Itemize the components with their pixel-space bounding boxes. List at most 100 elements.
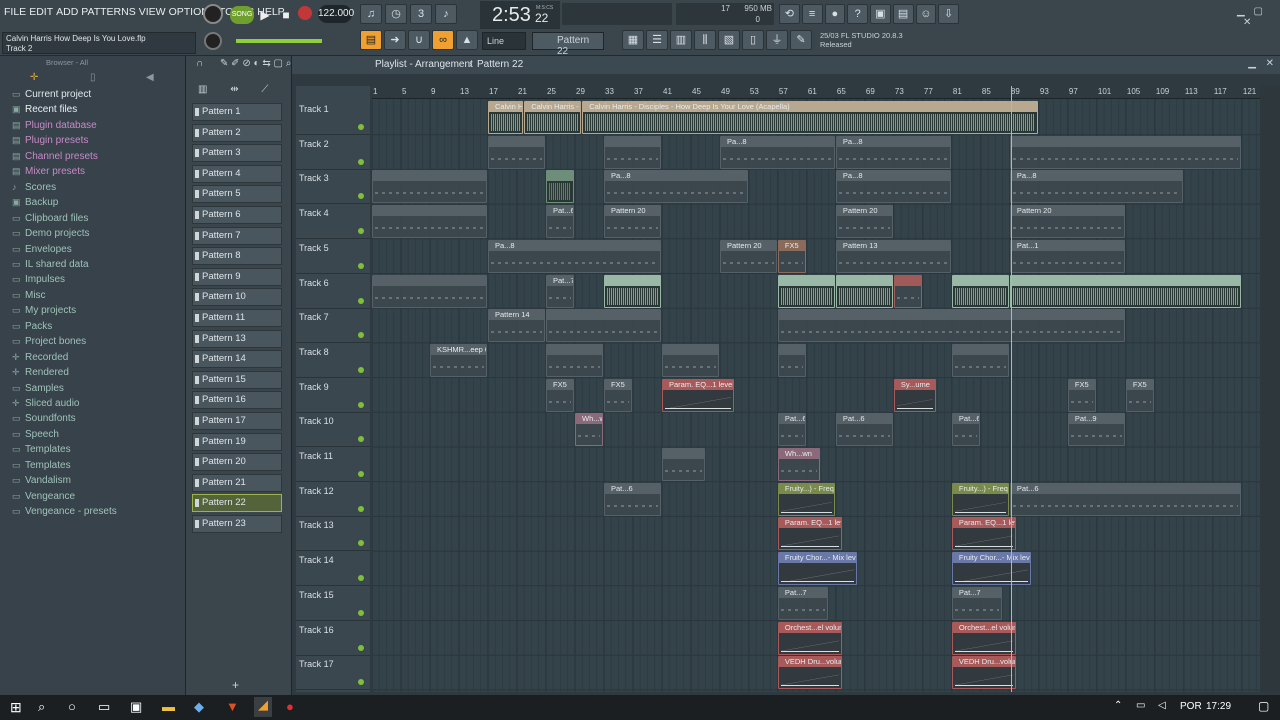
browser-item[interactable]: ▭ Misc — [12, 290, 46, 305]
menu-patterns[interactable]: PATTERNS — [81, 6, 135, 18]
pattern-item[interactable]: Pattern 16 — [192, 391, 282, 410]
track-header[interactable]: Track 10 — [296, 412, 370, 448]
track-led[interactable] — [358, 297, 364, 304]
snap-magnet-icon[interactable]: ∩ — [196, 58, 203, 69]
tray-up-icon[interactable]: ⌃ — [1114, 700, 1122, 711]
clip-auto[interactable]: Fruity...) - Freq — [951, 482, 1009, 516]
clock[interactable]: 17:29 — [1206, 701, 1231, 712]
mixer-icon[interactable]: ≡ — [801, 4, 823, 24]
track-header[interactable]: Track 15 — [296, 586, 370, 621]
browser-file-icon[interactable]: ▯ — [90, 72, 96, 83]
clip-auto[interactable]: Sy...ume — [893, 378, 937, 412]
track-led[interactable] — [358, 228, 364, 235]
paint-tool-icon[interactable]: ✐ — [231, 58, 239, 69]
clip-pat[interactable]: Wh...wn — [777, 448, 821, 481]
browser-item[interactable]: ▭ Impulses — [12, 274, 65, 289]
clip-pat[interactable]: Pat...9 — [1067, 413, 1125, 447]
clip-pat[interactable] — [546, 309, 661, 343]
add-pattern-button[interactable]: + — [232, 678, 239, 692]
browser-item[interactable]: ▭ Vandalism — [12, 475, 71, 490]
pattern-item[interactable]: Pattern 7 — [192, 226, 282, 245]
undo-history-icon[interactable]: ⟲ — [779, 4, 800, 24]
track-header[interactable]: Track 14 — [296, 551, 370, 587]
split-icon[interactable]: ⇹ — [230, 84, 238, 95]
link-icon[interactable]: ∞ — [432, 30, 454, 50]
pattern-item[interactable]: Pattern 13 — [192, 329, 282, 348]
track-led[interactable] — [358, 644, 364, 651]
clip-pat[interactable]: FX5 — [1067, 378, 1096, 412]
browser-item[interactable]: ✛ Sliced audio — [12, 398, 79, 413]
clip-pat[interactable]: Pa...8 — [604, 170, 748, 204]
master-volume-knob[interactable] — [203, 4, 223, 24]
clip-pat[interactable]: Pat...6 — [1009, 482, 1241, 516]
track-header[interactable]: Track 5 — [296, 239, 370, 274]
clip-pat[interactable]: Pattern 20 — [604, 205, 661, 239]
vertical-scrollbar[interactable] — [1260, 86, 1280, 692]
channel-rack-icon[interactable]: ☰ — [646, 30, 668, 50]
clip-audio[interactable]: Calvin Harris - Disciples - How Deep Is … — [582, 101, 1038, 134]
clip-auto[interactable]: Fruity Chor...- Mix level — [777, 552, 857, 586]
clip-pat[interactable]: Pat...6 — [835, 413, 893, 447]
browser-item[interactable]: ♪ Scores — [12, 182, 56, 197]
track-header[interactable]: Track 11 — [296, 447, 370, 482]
clip-pat[interactable]: Pat...7 — [546, 274, 574, 308]
clip-pat[interactable] — [893, 274, 922, 308]
browser-item[interactable]: ▭ Project bones — [12, 336, 86, 351]
clip-audio[interactable]: Calvin Harris - Dis...r Love (Acapella) — [524, 101, 582, 134]
slip-tool-icon[interactable]: ⇆ — [262, 58, 270, 69]
clip-audio[interactable] — [604, 274, 661, 308]
clip-pat[interactable] — [777, 343, 806, 377]
clip-auto[interactable]: Orchest...el volume — [951, 621, 1017, 655]
track-header[interactable]: Track 2 — [296, 135, 370, 170]
clip-auto[interactable]: Fruity Chor...- Mix level — [951, 552, 1031, 586]
track-header[interactable]: Track 8 — [296, 343, 370, 378]
start-icon[interactable]: ⊞ — [10, 699, 22, 716]
clip-pat[interactable]: FX5 — [1125, 378, 1154, 412]
browser-speaker-icon[interactable]: ◀ — [146, 72, 154, 83]
track-header[interactable]: Track 3 — [296, 169, 370, 205]
clip-pat[interactable]: Pat...7 — [777, 586, 828, 620]
pattern-item[interactable]: Pattern 14 — [192, 350, 282, 369]
pattern-item[interactable]: Pattern 15 — [192, 370, 282, 389]
track-led[interactable] — [358, 471, 364, 477]
clip-pat[interactable]: Pattern 20 — [1009, 205, 1125, 239]
browser-item[interactable]: ▭ Soundfonts — [12, 413, 76, 428]
clip-auto[interactable]: Param. EQ...1 level — [662, 378, 734, 412]
minimize-icon[interactable]: ▁ — [1237, 6, 1245, 17]
clip-pat[interactable]: FX5 — [604, 378, 632, 412]
clip-pat[interactable]: Pat...6 — [604, 482, 661, 516]
clip-pat[interactable]: Pattern 20 — [835, 205, 893, 239]
playlist-view-icon[interactable]: ▥ — [670, 30, 692, 50]
piano-icon[interactable]: ▥ — [198, 84, 207, 95]
stamp-icon[interactable]: ▲ — [456, 30, 478, 50]
clip-pat[interactable]: Pattern 20 — [720, 239, 777, 273]
clip-pat[interactable] — [1009, 135, 1241, 169]
fl-studio-icon[interactable]: ◢ — [254, 697, 272, 717]
arrow-icon[interactable]: ➜ — [384, 30, 406, 50]
pattern-item[interactable]: Pattern 3 — [192, 144, 282, 163]
language-indicator[interactable]: POR — [1180, 701, 1202, 712]
browser-item[interactable]: ▤ Channel presets — [12, 151, 98, 166]
track-led[interactable] — [358, 193, 364, 200]
wrench-icon[interactable]: ✎ — [790, 30, 812, 50]
file-icon[interactable]: ▯ — [742, 30, 764, 50]
browser-item[interactable]: ▭ Templates — [12, 444, 71, 459]
pattern-item[interactable]: Pattern 23 — [192, 515, 282, 533]
explorer-icon[interactable]: ▬ — [162, 699, 175, 714]
wait-input-icon[interactable]: ◷ — [385, 4, 407, 24]
volume-icon[interactable]: ◁ — [1158, 700, 1166, 711]
browser-item[interactable]: ▭ Demo projects — [12, 228, 89, 243]
clip-auto[interactable]: VEDH Dru...volume — [951, 656, 1017, 690]
track-led[interactable] — [358, 575, 364, 582]
render-icon[interactable]: ▤ — [892, 4, 914, 24]
pattern-item[interactable]: Pattern 8 — [192, 247, 282, 266]
track-led[interactable] — [358, 609, 364, 616]
track-header[interactable]: Track 13 — [296, 516, 370, 552]
tempo-display[interactable]: 122.000 — [318, 5, 354, 23]
help-icon[interactable]: ? — [847, 4, 868, 24]
chat-icon[interactable]: ☺ — [915, 4, 937, 24]
track-header[interactable]: Track 17 — [296, 655, 370, 691]
track-led[interactable] — [358, 505, 364, 512]
browser-item[interactable]: ▭ Vengeance - presets — [12, 506, 117, 521]
clip-pat[interactable] — [372, 274, 487, 308]
